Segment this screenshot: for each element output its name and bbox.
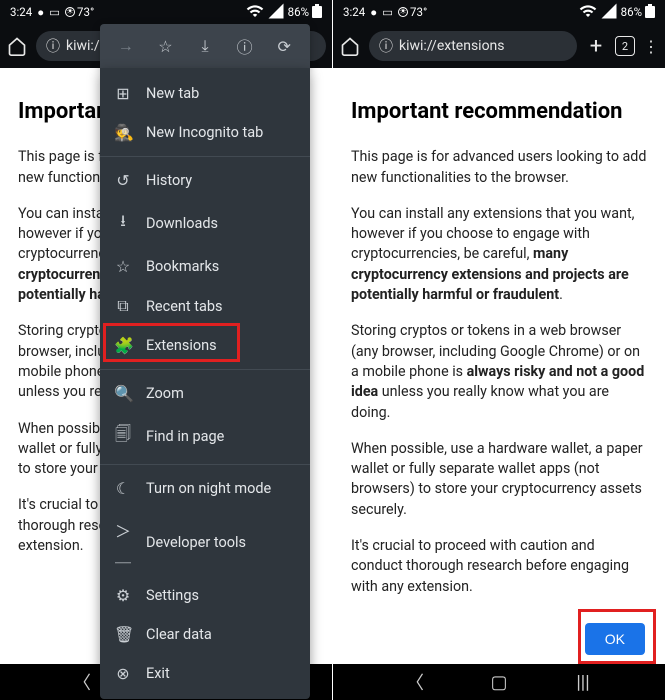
phone-left: 3:24 ● ▭ ☀ 73° 86% ⓘ kiwi:/ <box>0 0 332 700</box>
home-icon[interactable] <box>6 35 28 57</box>
status-dot-icon: ● <box>37 5 44 19</box>
paragraph: When possible, use a hardware wallet, a … <box>351 439 647 520</box>
exit-icon: ⊗ <box>114 664 132 683</box>
status-bar-r: 3:24 ● ▭ ☀ 73° 86% <box>333 0 665 24</box>
paragraph: This page is for advanced users looking … <box>351 147 647 188</box>
nav-back[interactable]: 〈 <box>395 669 435 695</box>
battery-icon <box>312 4 322 21</box>
reload-icon[interactable]: ⟳ <box>272 37 296 56</box>
puzzle-icon: 🧩 <box>114 336 132 355</box>
menu-settings[interactable]: ⚙Settings <box>100 576 310 615</box>
download-alt-icon: ⭳ <box>114 210 132 237</box>
recent-icon: ⧉ <box>114 296 132 316</box>
menu-extensions[interactable]: 🧩Extensions <box>100 326 310 365</box>
status-dot-icon: ● <box>370 5 377 19</box>
tabs-count[interactable]: 2 <box>615 36 635 56</box>
menu-zoom[interactable]: 🔍Zoom <box>100 374 310 413</box>
nav-bar-r: 〈 ▢ ||| <box>333 664 665 700</box>
status-time: 3:24 <box>10 5 32 19</box>
status-card-icon: ▭ <box>382 5 393 19</box>
menu-night[interactable]: ☾Turn on night mode <box>100 469 310 508</box>
info-icon: ⓘ <box>46 36 60 56</box>
battery-text: 86% <box>288 5 309 19</box>
nav-recents[interactable]: ||| <box>563 672 603 693</box>
wifi-icon <box>579 2 597 23</box>
ok-button[interactable]: OK <box>585 623 645 655</box>
star-icon[interactable]: ☆ <box>153 37 177 56</box>
nav-home[interactable]: ▢ <box>479 672 519 693</box>
zoom-icon: 🔍 <box>114 384 132 403</box>
page-title: Important recommendation <box>351 96 647 127</box>
menu-incognito[interactable]: 🕵New Incognito tab <box>100 113 310 152</box>
menu-recent-tabs[interactable]: ⧉Recent tabs <box>100 286 310 326</box>
paragraph: It's crucial to proceed with caution and… <box>351 536 647 597</box>
menu-devtools[interactable]: ＞＿Developer tools <box>100 508 310 576</box>
menu-exit[interactable]: ⊗Exit <box>100 654 310 693</box>
new-tab-button[interactable]: + <box>585 34 607 59</box>
status-card-icon: ▭ <box>49 5 60 19</box>
home-icon[interactable] <box>339 35 361 57</box>
ok-wrap: OK <box>585 623 645 655</box>
url-text: kiwi://extensions <box>399 38 505 54</box>
find-icon: 🗐 <box>114 423 132 450</box>
incognito-icon: 🕵 <box>114 123 132 142</box>
trash-icon: 🗑 <box>114 625 132 644</box>
url-text: kiwi:/ <box>66 38 100 54</box>
signal-icon <box>600 2 618 23</box>
paragraph: You can install any extensions that you … <box>351 204 647 305</box>
paragraph: Storing cryptos or tokens in a web brows… <box>351 321 647 422</box>
menu-bookmarks[interactable]: ☆Bookmarks <box>100 247 310 286</box>
page-content-r: Important recommendation This page is fo… <box>333 68 665 664</box>
menu-history[interactable]: ↺History <box>100 161 310 200</box>
terminal-icon: ＞＿ <box>114 518 132 566</box>
wifi-icon <box>246 2 264 23</box>
plus-box-icon: ⊞ <box>114 84 132 103</box>
phone-right: 3:24 ● ▭ ☀ 73° 86% ⓘ kiwi:/ <box>333 0 665 700</box>
battery-text: 86% <box>621 5 642 19</box>
bookmark-icon: ☆ <box>114 257 132 276</box>
status-bar: 3:24 ● ▭ ☀ 73° 86% <box>0 0 332 24</box>
menu-new-tab[interactable]: ⊞New tab <box>100 74 310 113</box>
browser-bar-r: ⓘ kiwi://extensions + 2 ⋮ <box>333 24 665 68</box>
battery-icon <box>645 4 655 21</box>
history-icon: ↺ <box>114 171 132 190</box>
gear-icon: ⚙ <box>114 586 132 605</box>
download-icon[interactable]: ⤓ <box>193 36 217 56</box>
overflow-button[interactable]: ⋮ <box>643 37 659 56</box>
nav-back[interactable]: 〈 <box>62 669 102 695</box>
menu-clear[interactable]: 🗑Clear data <box>100 615 310 654</box>
menu-downloads[interactable]: ⭳Downloads <box>100 200 310 247</box>
forward-icon[interactable]: → <box>114 36 138 56</box>
moon-icon: ☾ <box>114 479 132 498</box>
status-time: 3:24 <box>343 5 365 19</box>
url-bar[interactable]: ⓘ kiwi://extensions <box>369 31 577 61</box>
signal-icon <box>267 2 285 23</box>
status-temp: ☀ 73° <box>65 5 94 19</box>
menu-toolbar: → ☆ ⤓ ⓘ ⟳ <box>100 24 310 68</box>
status-temp: ☀ 73° <box>398 5 427 19</box>
menu-find[interactable]: 🗐Find in page <box>100 413 310 460</box>
info-icon: ⓘ <box>379 36 393 56</box>
page-info-icon[interactable]: ⓘ <box>233 34 257 58</box>
overflow-menu: ⊞New tab 🕵New Incognito tab ↺History ⭳Do… <box>100 68 310 699</box>
